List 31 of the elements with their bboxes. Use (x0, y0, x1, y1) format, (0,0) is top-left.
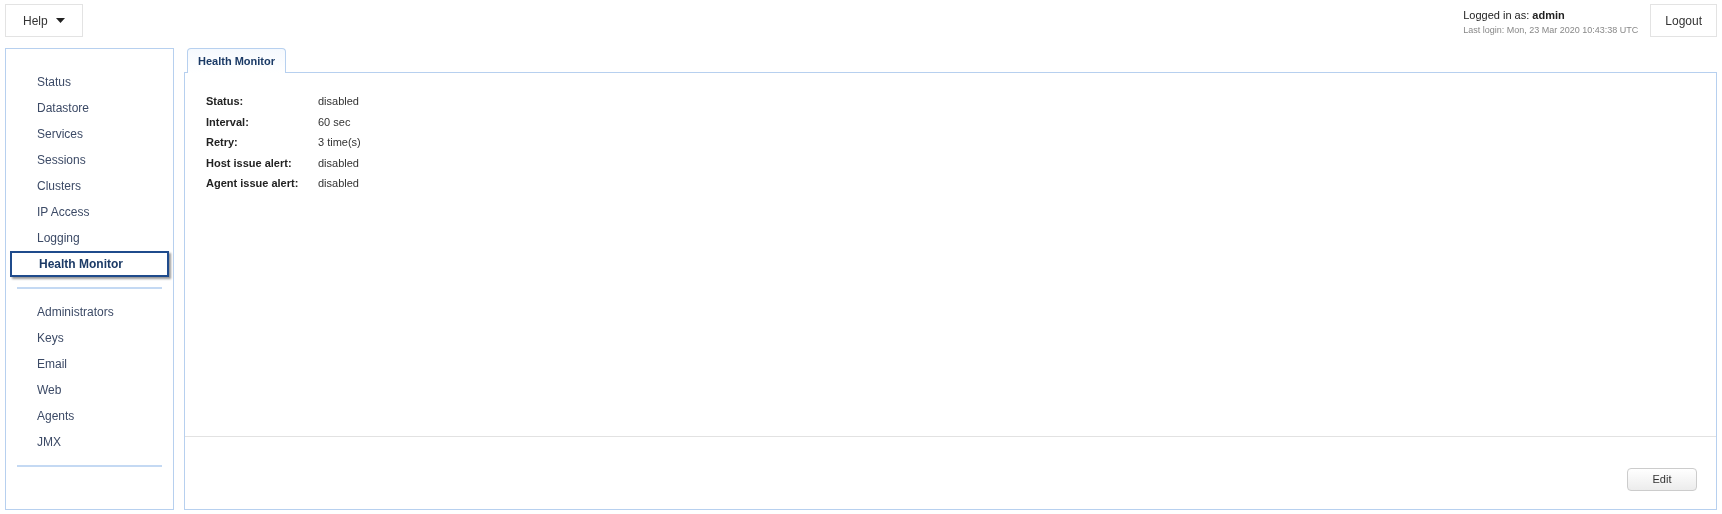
field-value: 60 sec (318, 114, 352, 130)
help-menu-button[interactable]: Help (5, 4, 83, 37)
tab[interactable]: Health Monitor (187, 48, 286, 73)
sidebar-item[interactable]: Clusters (10, 173, 169, 199)
edit-button[interactable]: Edit (1627, 467, 1697, 491)
sidebar-item[interactable]: IP Access (10, 199, 169, 225)
field-value: disabled (318, 176, 360, 191)
sidebar-item[interactable]: Datastore (10, 95, 169, 121)
sidebar-item[interactable]: JMX (10, 429, 169, 455)
sidebar-item[interactable]: Agents (10, 403, 169, 429)
sidebar-item[interactable]: Web (10, 377, 169, 403)
field-label: Status: (206, 94, 245, 109)
field-value: 3 time(s) (318, 135, 361, 150)
field-value: disabled (318, 155, 360, 171)
field-label: Retry: (206, 135, 239, 150)
sidebar-item[interactable]: Status (10, 69, 169, 95)
field-label: Host issue alert: (206, 155, 293, 171)
field-value: disabled (318, 94, 360, 109)
sidebar-item[interactable]: Email (10, 351, 169, 377)
caret-icon (55, 18, 65, 23)
last-login: Last login: Mon, 23 Mar 2020 10:43:38 UTC (1463, 23, 1639, 37)
sidebar-item[interactable]: Administrators (10, 299, 169, 325)
logged-in-user: Logged in as: admin (1463, 8, 1566, 23)
sidebar-item[interactable]: Sessions (10, 147, 169, 173)
sidebar-item[interactable]: Health Monitor (10, 251, 169, 277)
logout-button[interactable]: Logout (1650, 4, 1717, 37)
sidebar-item[interactable]: Keys (10, 325, 169, 351)
field-label: Interval: (206, 114, 250, 130)
sidebar-item[interactable]: Services (10, 121, 169, 147)
sidebar-item[interactable]: Logging (10, 225, 169, 251)
field-label: Agent issue alert: (206, 176, 300, 191)
